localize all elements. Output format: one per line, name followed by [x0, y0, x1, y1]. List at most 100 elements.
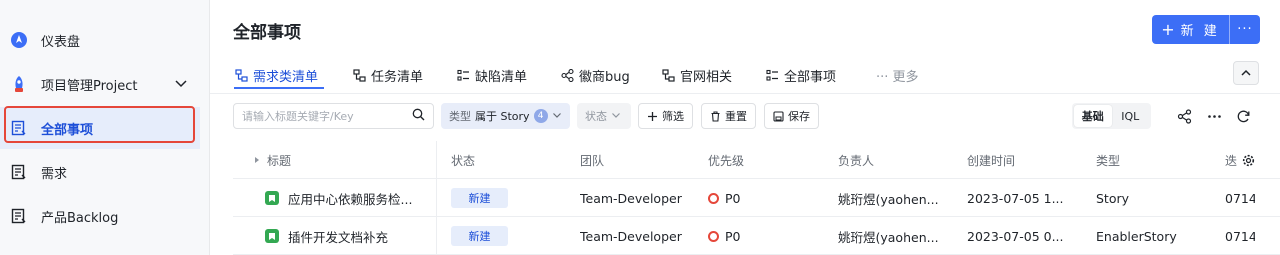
tab-more[interactable]: ··· 更多	[876, 64, 919, 86]
status-badge: 新建	[451, 226, 508, 246]
table-row[interactable]: 插件开发文档补充 新建 Team-Developer P0 姚珩煜(yaohen…	[233, 217, 1280, 255]
priority-label: P0	[725, 190, 741, 206]
sidebar-item-backlog[interactable]: 产品Backlog	[0, 195, 200, 237]
type-filter-value: 属于 Story	[475, 110, 530, 123]
sidebar-item-project[interactable]: 项目管理Project	[0, 63, 200, 105]
dashboard-icon	[10, 31, 28, 49]
column-header-priority[interactable]: 优先级	[708, 141, 744, 179]
share-icon	[561, 68, 574, 82]
story-icon	[265, 191, 279, 205]
priority-icon	[708, 192, 719, 204]
mode-basic-option[interactable]: 基础	[1074, 105, 1112, 127]
collapse-button[interactable]	[1233, 61, 1259, 85]
sidebar-item-requirements[interactable]: 需求	[0, 151, 200, 193]
sidebar-item-label: 产品Backlog	[41, 210, 119, 226]
mode-iql-option[interactable]: IQL	[1112, 105, 1150, 127]
hierarchy-icon	[353, 68, 366, 82]
cell-team: Team-Developer	[580, 190, 682, 206]
hierarchy-icon	[235, 68, 248, 82]
column-header-status[interactable]: 状态	[451, 141, 475, 179]
cell-team: Team-Developer	[580, 228, 682, 244]
cell-status[interactable]: 新建	[451, 179, 508, 217]
caret-right-icon	[253, 156, 261, 164]
cell-title[interactable]: 插件开发文档补充	[265, 217, 435, 255]
trash-icon	[710, 110, 721, 122]
search-input[interactable]: 请输入标题关键字/Key	[233, 103, 434, 129]
tab-huishang-bug[interactable]: 徽商bug	[561, 64, 630, 86]
type-filter-chip[interactable]: 类型 属于 Story 4	[441, 103, 570, 129]
tab-defect-list[interactable]: 缺陷清单	[457, 64, 527, 86]
share-icon[interactable]	[1175, 107, 1193, 125]
priority-label: P0	[725, 228, 741, 244]
tab-label: 徽商bug	[579, 69, 630, 85]
sidebar: 仪表盘 项目管理Project 全部事项 需求 产品Backlog	[0, 0, 210, 255]
type-filter-key: 类型	[449, 110, 471, 123]
cell-created: 2023-07-05 1...	[967, 190, 1064, 206]
search-icon[interactable]	[412, 108, 425, 124]
tab-label: 需求类清单	[253, 69, 319, 85]
new-more-button[interactable]: ···	[1230, 22, 1260, 37]
column-header-created[interactable]: 创建时间	[967, 141, 1015, 179]
column-header-title[interactable]: 标题	[253, 141, 291, 179]
selection-highlight	[4, 106, 195, 143]
cell-title-text: 插件开发文档补充	[288, 229, 389, 245]
cell-type: EnablerStory	[1096, 228, 1177, 244]
search-placeholder: 请输入标题关键字/Key	[242, 110, 354, 123]
sidebar-item-label: 需求	[41, 166, 68, 182]
tab-task-list[interactable]: 任务清单	[353, 64, 423, 86]
settings-gear-icon[interactable]	[1242, 141, 1255, 179]
filter-button-label: 筛选	[662, 110, 684, 123]
column-header-team[interactable]: 团队	[580, 141, 604, 179]
save-icon	[773, 110, 784, 122]
filter-button[interactable]: 筛选	[638, 103, 693, 129]
cell-iteration: 0714	[1225, 190, 1255, 206]
app-root: 仪表盘 项目管理Project 全部事项 需求 产品Backlog 全部事项 +…	[0, 0, 1280, 255]
query-mode-toggle: 基础 IQL	[1072, 103, 1151, 129]
refresh-icon[interactable]	[1234, 107, 1252, 125]
table-row[interactable]: 应用中心依赖服务检... 新建 Team-Developer P0 姚珩煜(ya…	[233, 179, 1280, 217]
tab-all-issues[interactable]: 全部事项	[766, 64, 836, 86]
reset-button[interactable]: 重置	[701, 103, 756, 129]
sidebar-item-label: 项目管理Project	[41, 78, 138, 94]
status-filter-chip[interactable]: 状态	[577, 103, 631, 129]
hierarchy-icon	[662, 68, 675, 82]
more-options-icon[interactable]	[1205, 107, 1223, 125]
column-header-owner[interactable]: 负责人	[838, 141, 874, 179]
cell-iteration: 0714	[1225, 228, 1255, 244]
sidebar-item-dashboard[interactable]: 仪表盘	[0, 19, 200, 61]
cell-priority[interactable]: P0	[708, 217, 741, 255]
type-filter-count: 4	[533, 109, 548, 123]
priority-icon	[708, 230, 719, 242]
plus-icon: +	[1161, 20, 1175, 39]
column-header-label: 标题	[267, 153, 292, 168]
cell-status[interactable]: 新建	[451, 217, 508, 255]
chevron-down-icon	[552, 110, 562, 123]
chevron-down-icon[interactable]	[174, 76, 188, 94]
sidebar-item-label: 仪表盘	[41, 34, 81, 50]
tab-label: 全部事项	[784, 69, 837, 85]
column-header-iteration[interactable]: 迭	[1225, 141, 1237, 179]
save-button[interactable]: 保存	[764, 103, 819, 129]
page-title: 全部事项	[233, 23, 301, 43]
cell-priority[interactable]: P0	[708, 179, 741, 217]
list-doc-icon	[10, 207, 28, 225]
cell-title[interactable]: 应用中心依赖服务检...	[265, 179, 435, 217]
story-icon	[265, 229, 279, 243]
list-doc-icon	[10, 163, 28, 181]
tab-website-related[interactable]: 官网相关	[662, 64, 732, 86]
status-badge: 新建	[451, 188, 508, 208]
chevron-up-icon	[1240, 64, 1252, 83]
new-button-label: 新 建	[1180, 24, 1220, 39]
cell-title-text: 应用中心依赖服务检...	[288, 191, 413, 207]
new-button-group: + 新 建 ···	[1152, 15, 1260, 44]
cell-owner[interactable]: 姚珩煜(yaohen...	[838, 179, 939, 217]
reset-button-label: 重置	[725, 110, 747, 123]
tabs-divider	[210, 93, 1280, 94]
new-button[interactable]: + 新 建	[1152, 15, 1230, 44]
cell-owner[interactable]: 姚珩煜(yaohen...	[838, 217, 939, 255]
tab-label: 缺陷清单	[475, 69, 528, 85]
status-filter-label: 状态	[585, 110, 607, 123]
cell-type: Story	[1096, 190, 1130, 206]
tab-requirements-list[interactable]: 需求类清单	[235, 64, 318, 86]
column-header-type[interactable]: 类型	[1096, 141, 1120, 179]
